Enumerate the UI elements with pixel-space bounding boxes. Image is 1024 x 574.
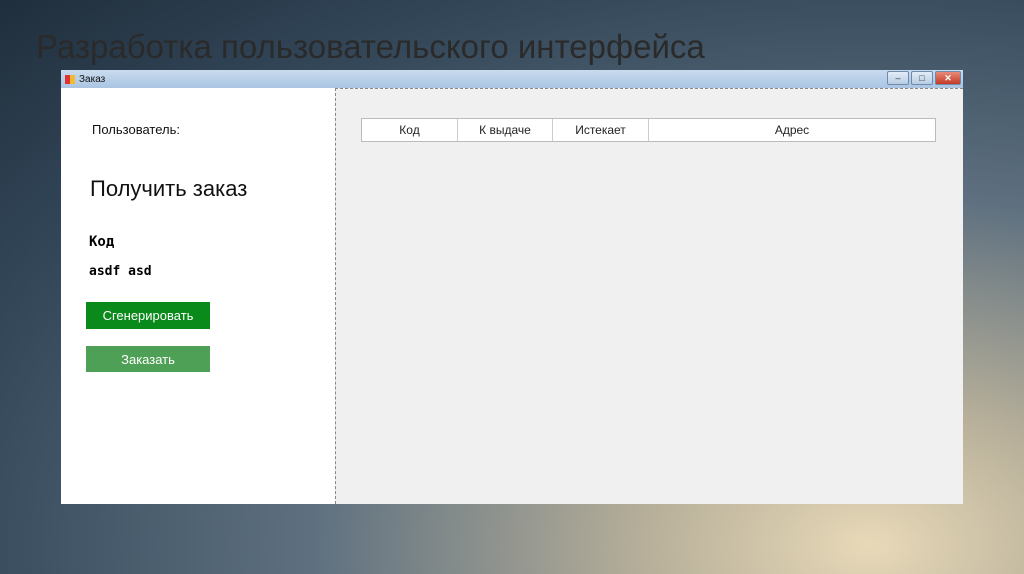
close-button[interactable]: ✕ bbox=[935, 71, 961, 85]
column-header-code[interactable]: Код bbox=[362, 119, 458, 141]
minimize-button[interactable]: – bbox=[887, 71, 909, 85]
title-bar: Заказ – □ ✕ bbox=[61, 70, 963, 88]
app-icon bbox=[65, 74, 75, 84]
maximize-button[interactable]: □ bbox=[911, 71, 933, 85]
order-button[interactable]: Заказать bbox=[86, 346, 210, 372]
column-header-expires[interactable]: Истекает bbox=[553, 119, 649, 141]
window-title: Заказ bbox=[79, 73, 106, 85]
orders-grid-header: Код К выдаче Истекает Адрес bbox=[361, 118, 936, 142]
right-panel: Код К выдаче Истекает Адрес bbox=[335, 88, 963, 504]
slide-title: Разработка пользовательского интерфейса bbox=[36, 28, 705, 65]
left-panel: Пользователь: Получить заказ Код asdf as… bbox=[61, 88, 335, 504]
column-header-address[interactable]: Адрес bbox=[649, 119, 935, 141]
app-window: Заказ – □ ✕ Пользователь: Получить заказ… bbox=[61, 70, 963, 504]
code-value: asdf asd bbox=[89, 264, 152, 279]
section-heading: Получить заказ bbox=[90, 176, 248, 201]
column-header-issue[interactable]: К выдаче bbox=[458, 119, 553, 141]
user-label: Пользователь: bbox=[92, 122, 180, 137]
generate-button[interactable]: Сгенерировать bbox=[86, 302, 210, 329]
code-label: Код bbox=[89, 234, 115, 250]
